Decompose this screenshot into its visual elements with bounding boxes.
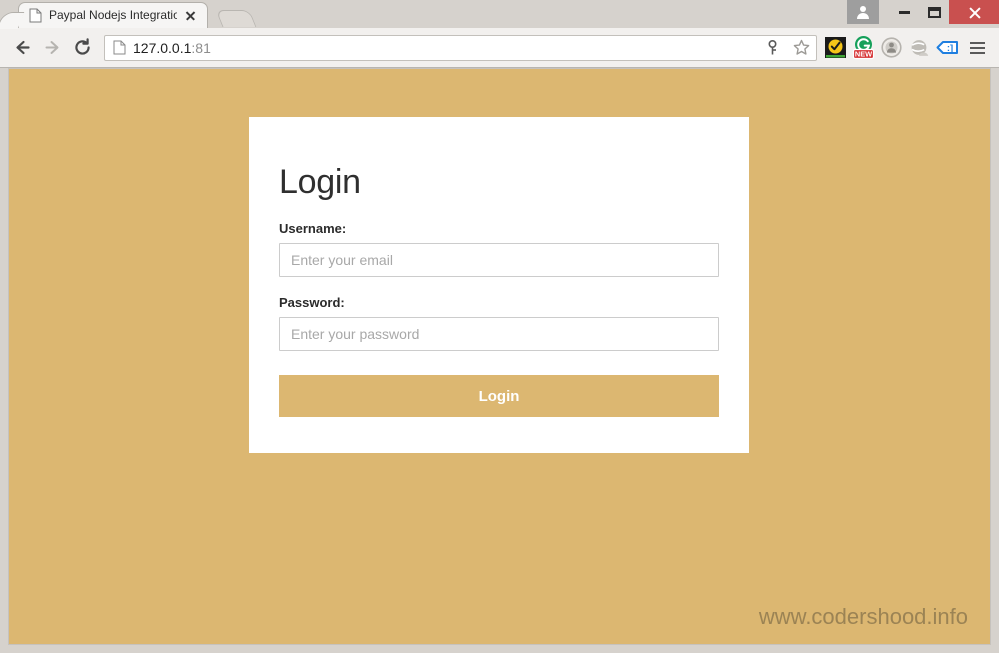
hamburger-icon [970, 41, 985, 44]
svg-text::]: :] [947, 43, 953, 54]
globe-extension-icon[interactable] [906, 33, 933, 62]
tab-strip: Paypal Nodejs Integration [0, 0, 257, 28]
new-tab-button[interactable] [215, 10, 257, 27]
login-button[interactable]: Login [279, 375, 719, 417]
back-button[interactable] [8, 33, 37, 62]
minimize-button[interactable] [889, 0, 919, 24]
password-label: Password: [279, 295, 345, 310]
maximize-icon [927, 6, 941, 18]
browser-menu-button[interactable] [964, 33, 991, 62]
reload-icon [73, 38, 92, 57]
page-icon [113, 40, 126, 55]
maximize-button[interactable] [919, 0, 949, 24]
key-icon[interactable] [761, 37, 783, 59]
page-title: Login [279, 163, 361, 201]
browser-toolbar: 127.0.0.1:81 NEW:] [0, 28, 999, 68]
close-icon[interactable] [184, 9, 197, 22]
url-port: :81 [191, 39, 211, 56]
address-bar-url: 127.0.0.1:81 [133, 40, 754, 56]
minimize-icon [898, 10, 910, 14]
reload-button[interactable] [68, 33, 97, 62]
arrow-left-icon [13, 38, 32, 57]
forward-button[interactable] [38, 33, 67, 62]
page-icon [29, 8, 42, 23]
password-field-group: Password: [279, 295, 719, 351]
grammar-extension-icon[interactable]: NEW [850, 33, 877, 62]
watermark: www.codershood.info [758, 604, 968, 629]
user-profile-button[interactable] [847, 0, 879, 24]
username-field-group: Username: [279, 221, 719, 277]
username-label: Username: [279, 221, 347, 236]
titlebar: Paypal Nodejs Integration [0, 0, 999, 28]
tab-title: Paypal Nodejs Integration [49, 8, 177, 22]
svg-text:NEW: NEW [855, 49, 872, 58]
close-icon [968, 6, 981, 19]
checkmark-extension-icon[interactable] [822, 33, 849, 62]
tag-extension-icon[interactable]: :] [934, 33, 961, 62]
person-extension-icon[interactable] [878, 33, 905, 62]
username-input[interactable] [279, 243, 719, 277]
address-bar[interactable]: 127.0.0.1:81 [104, 34, 817, 61]
browser-window: Paypal Nodejs Integration 127.0.0.1:81 N… [0, 0, 999, 653]
password-input[interactable] [279, 317, 719, 351]
star-icon[interactable] [790, 37, 812, 59]
close-window-button[interactable] [949, 0, 999, 24]
url-host: 127.0.0.1 [133, 39, 192, 56]
page-viewport: Login Username: Password: Login www.code… [8, 68, 991, 645]
browser-tab[interactable]: Paypal Nodejs Integration [18, 2, 208, 28]
login-card: Login Username: Password: Login [249, 117, 749, 453]
arrow-right-icon [43, 38, 62, 57]
window-controls [847, 0, 999, 24]
